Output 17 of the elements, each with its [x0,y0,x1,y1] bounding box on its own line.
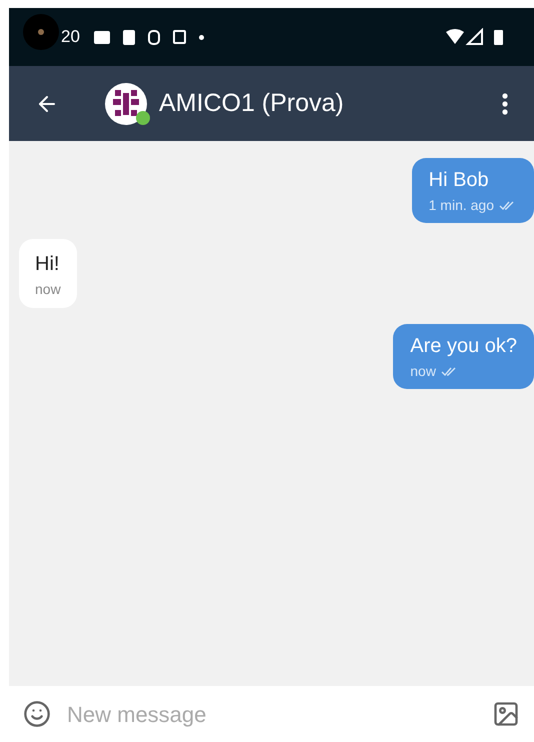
avatar-icon [105,82,147,124]
emoji-icon[interactable] [23,700,51,728]
image-icon[interactable] [492,700,520,728]
message-text: Hi! [35,252,60,276]
camera-icon [23,14,59,50]
message-time: 1 min. ago [428,196,494,215]
more-options-button[interactable] [502,92,508,114]
message-field[interactable]: New message [67,698,492,730]
card-icon [94,30,110,44]
message-text: Are you ok? [410,334,517,358]
message-time: now [35,280,61,299]
more-options-icon [502,92,508,114]
message-time: now [410,362,436,381]
message-text: Hi Bob [428,168,490,192]
status-time: 20 [61,26,80,48]
sd-card-icon [122,30,135,44]
chat-title: AMICO1 (Prova) [159,88,344,119]
